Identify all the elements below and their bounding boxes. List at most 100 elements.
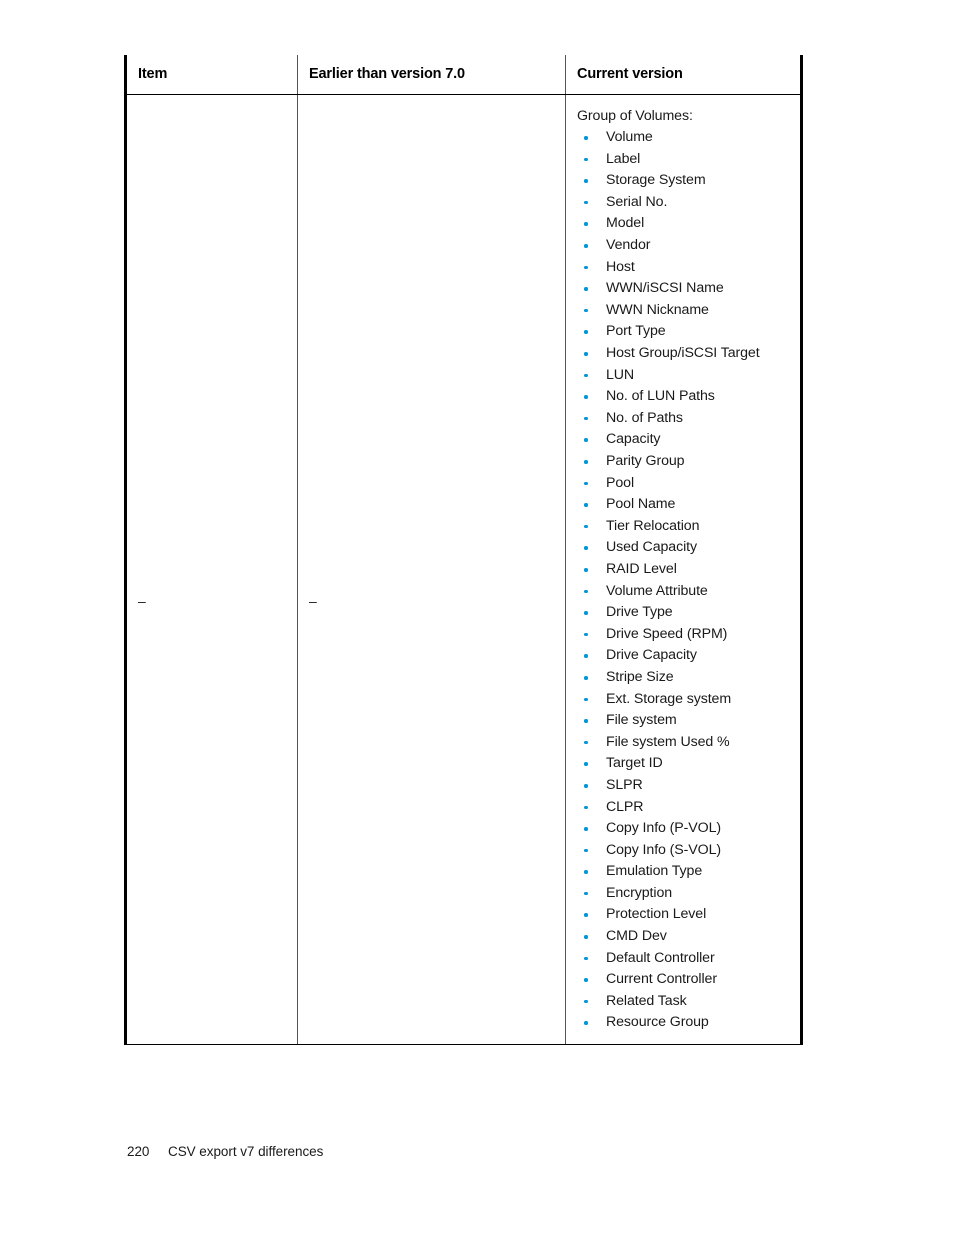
list-item-label: RAID Level	[606, 560, 677, 577]
bullet-icon	[584, 179, 588, 183]
list-item: Label	[577, 149, 794, 171]
list-item-label: Current Controller	[606, 971, 717, 988]
list-item: RAID Level	[577, 559, 794, 581]
list-item-label: Drive Type	[606, 604, 673, 621]
list-item: Vendor	[577, 235, 794, 257]
bullet-icon	[584, 136, 588, 140]
list-item: Copy Info (S-VOL)	[577, 840, 794, 862]
bullet-icon	[584, 848, 588, 853]
bullet-icon	[584, 287, 588, 291]
list-item: Parity Group	[577, 451, 794, 473]
list-item: CMD Dev	[577, 926, 794, 948]
list-item-label: Volume Attribute	[606, 582, 708, 599]
document-page: Item Earlier than version 7.0 Current ve…	[0, 0, 954, 1235]
list-item: Resource Group	[577, 1012, 794, 1034]
list-item: Serial No.	[577, 192, 794, 214]
list-item-label: Label	[606, 150, 641, 167]
list-item-label: Tier Relocation	[606, 517, 700, 534]
bullet-icon	[584, 460, 588, 464]
list-item-label: Protection Level	[606, 906, 707, 923]
list-item: Emulation Type	[577, 861, 794, 883]
bullet-icon	[584, 719, 588, 723]
bullet-icon	[584, 524, 588, 529]
list-item-label: Used Capacity	[606, 539, 697, 556]
list-item-label: Parity Group	[606, 453, 685, 469]
list-item: No. of Paths	[577, 408, 794, 430]
list-item-label: Pool	[606, 474, 634, 491]
list-item-label: Vendor	[606, 237, 651, 254]
list-item-label: Serial No.	[606, 193, 668, 210]
bullet-icon	[584, 935, 588, 939]
list-item-label: Encryption	[606, 884, 673, 901]
bullet-icon	[584, 546, 588, 550]
bullet-icon	[584, 654, 588, 658]
volume-group-block: Group of Volumes: Volume Label Storage Sys…	[566, 95, 800, 1045]
cell-item-content: –	[127, 95, 297, 1045]
bullet-icon	[584, 740, 588, 745]
list-item: Protection Level	[577, 904, 794, 926]
list-item-label: Resource Group	[606, 1014, 709, 1031]
cell-item: –	[125, 94, 298, 1046]
bullet-icon	[584, 438, 588, 442]
list-item: Host Group/iSCSI Target	[577, 343, 794, 365]
column-header-current-version: Current version	[565, 55, 802, 95]
list-item: CLPR	[577, 797, 794, 819]
table-header: Item Earlier than version 7.0 Current ve…	[125, 55, 802, 95]
list-item-label: Emulation Type	[606, 863, 703, 880]
list-item: Target ID	[577, 753, 794, 775]
bullet-icon	[584, 222, 588, 227]
bullet-icon	[584, 157, 588, 162]
list-item-label: File system	[606, 712, 677, 729]
bullet-icon	[584, 999, 588, 1004]
earlier-version-dash: –	[309, 592, 317, 609]
list-item-label: Drive Capacity	[606, 647, 697, 664]
list-item-label: Ext. Storage system	[606, 690, 732, 707]
bullet-icon	[584, 265, 588, 270]
bullet-icon	[584, 330, 588, 335]
bullet-icon	[584, 762, 588, 766]
list-item-label: CMD Dev	[606, 928, 667, 945]
bullet-icon	[584, 632, 588, 637]
list-item-label: Related Task	[606, 992, 687, 1009]
list-item: Default Controller	[577, 948, 794, 970]
table-row: – – Group of Volumes: Volume Label Storage…	[125, 94, 802, 1046]
bullet-icon	[584, 956, 588, 961]
list-item-label: Drive Speed (RPM)	[606, 625, 728, 642]
list-item-label: Volume	[606, 129, 653, 146]
list-item-label: File system Used %	[606, 733, 730, 750]
list-item-label: Host Group/iSCSI Target	[606, 345, 760, 362]
table-header-row: Item Earlier than version 7.0 Current ve…	[125, 55, 802, 95]
list-item-label: Copy Info (P-VOL)	[606, 820, 721, 837]
bullet-icon	[584, 827, 588, 831]
list-item: Tier Relocation	[577, 516, 794, 538]
column-header-item: Item	[125, 55, 298, 95]
volume-attribute-list: Volume Label Storage System Serial No. Model…	[577, 127, 794, 1034]
cell-current-version: Group of Volumes: Volume Label Storage Sys…	[565, 94, 802, 1046]
list-item: Port Type	[577, 321, 794, 343]
list-item-label: Storage System	[606, 172, 706, 189]
bullet-icon	[584, 589, 588, 594]
list-item-label: LUN	[606, 366, 635, 383]
list-item: Ext. Storage system	[577, 689, 794, 711]
bullet-icon	[584, 697, 588, 702]
bullet-icon	[584, 416, 588, 421]
list-item-label: Default Controller	[606, 949, 715, 966]
list-item: Drive Speed (RPM)	[577, 624, 794, 646]
list-item: Drive Capacity	[577, 645, 794, 667]
volume-group-intro: Group of Volumes:	[577, 107, 693, 124]
list-item: File system Used %	[577, 732, 794, 754]
list-item: LUN	[577, 365, 794, 387]
list-item-label: Port Type	[606, 323, 666, 340]
bullet-icon	[584, 978, 588, 982]
bullet-icon	[584, 200, 588, 205]
list-item: Current Controller	[577, 969, 794, 991]
list-item: Capacity	[577, 429, 794, 451]
column-header-earlier-version: Earlier than version 7.0	[297, 55, 566, 95]
list-item-label: Capacity	[606, 431, 661, 448]
list-item: Storage System	[577, 170, 794, 192]
bullet-icon	[584, 308, 588, 313]
bullet-icon	[584, 244, 588, 248]
list-item: SLPR	[577, 775, 794, 797]
csv-export-differences-table: Item Earlier than version 7.0 Current ve…	[124, 55, 803, 1046]
list-item-label: Model	[606, 215, 645, 232]
